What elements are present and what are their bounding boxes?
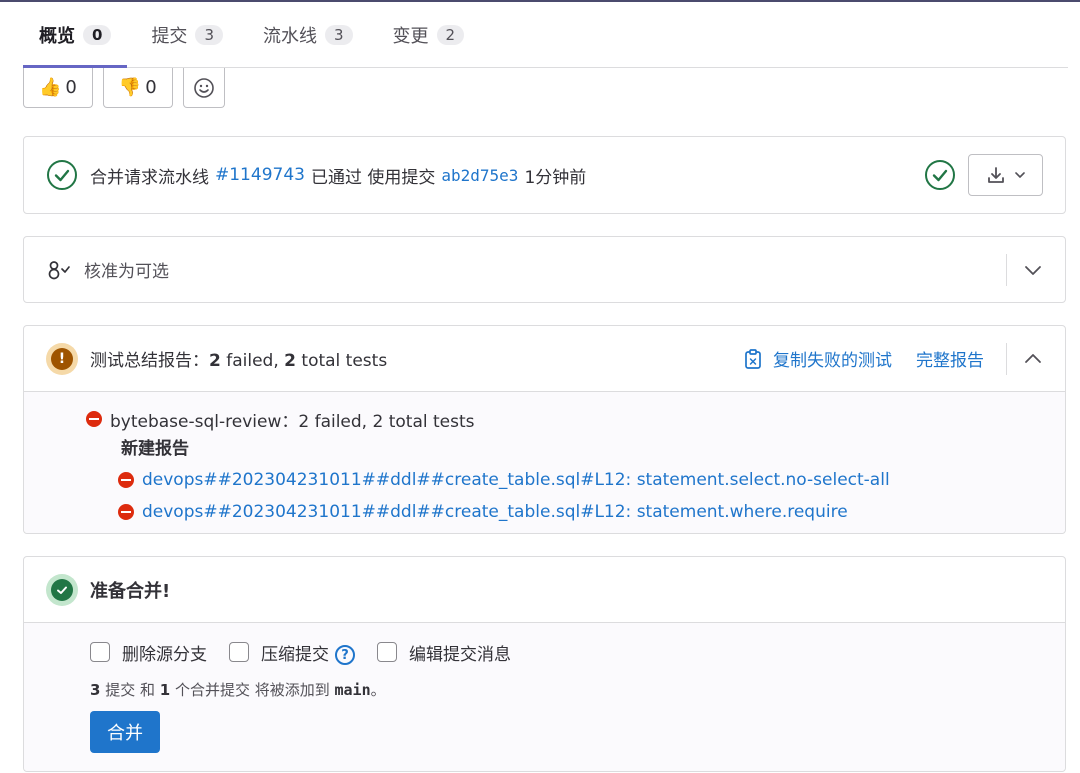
add-reaction-button[interactable]	[182, 68, 225, 108]
full-report-link[interactable]: 完整报告	[916, 346, 984, 371]
edit-commit-message-label: 编辑提交消息	[409, 644, 511, 665]
tab-commits[interactable]: 提交 3	[135, 3, 239, 67]
expand-chevron-icon[interactable]	[1023, 260, 1043, 280]
approval-divider	[1006, 253, 1007, 286]
approval-text: 核准为可选	[84, 262, 169, 282]
tab-commits-count: 3	[195, 25, 223, 45]
status-success-icon[interactable]	[46, 159, 78, 191]
test-case-link[interactable]: devops##202304231011##ddl##create_table.…	[142, 470, 890, 490]
commit-sha-link[interactable]: ab2d75e3	[441, 166, 518, 185]
smiley-icon	[193, 77, 214, 98]
failed-icon	[118, 472, 134, 488]
thumbs-down-button[interactable]: 👎 0	[102, 68, 173, 108]
pipeline-stage-success-icon[interactable]	[924, 159, 956, 191]
copy-failed-tests-link[interactable]: 复制失败的测试	[773, 346, 892, 371]
merge-widget: 准备合并! 删除源分支 压缩提交 ? 编辑提交消息 3 提交 和 1 个合并提交…	[23, 556, 1066, 772]
check-icon	[57, 586, 67, 594]
merge-summary: 3 提交 和 1 个合并提交 将被添加到 main。	[90, 681, 386, 699]
test-summary-title: 测试总结报告：2 failed, 2 total tests	[90, 351, 388, 371]
merge-request-tabs: 概览 0 提交 3 流水线 3 变更 2	[23, 2, 1068, 68]
collapse-chevron-icon[interactable]	[1023, 349, 1043, 369]
delete-source-branch-option[interactable]: 删除源分支	[90, 640, 207, 665]
test-case-row: devops##202304231011##ddl##create_table.…	[118, 464, 1065, 496]
merge-options-body: 删除源分支 压缩提交 ? 编辑提交消息 3 提交 和 1 个合并提交 将被添加到…	[24, 623, 1065, 771]
thumbs-down-count: 0	[145, 77, 157, 98]
pipeline-time: 1分钟前	[524, 167, 587, 188]
squash-commits-option[interactable]: 压缩提交 ?	[229, 639, 355, 665]
ready-check-icon	[46, 573, 78, 606]
tab-pipelines-label: 流水线	[262, 26, 317, 47]
ready-to-merge-title: 准备合并!	[90, 580, 171, 602]
test-case-row: devops##202304231011##ddl##create_table.…	[118, 496, 1065, 528]
download-icon	[987, 167, 1004, 183]
squash-commits-checkbox[interactable]	[229, 642, 249, 662]
edit-commit-message-option[interactable]: 编辑提交消息	[377, 640, 511, 665]
pipeline-prefix: 合并请求流水线	[90, 167, 209, 188]
pipeline-widget: 合并请求流水线 #1149743 已通过 使用提交 ab2d75e3 1分钟前	[23, 136, 1066, 214]
delete-source-branch-checkbox[interactable]	[90, 642, 110, 662]
tab-commits-label: 提交	[151, 26, 188, 47]
warning-icon: !	[46, 342, 78, 375]
tab-overview-count: 0	[83, 25, 112, 45]
test-summary-body: bytebase-sql-review：2 failed, 2 total te…	[24, 392, 1065, 533]
tab-pipelines-count: 3	[324, 25, 353, 45]
thumbs-up-icon: 👍	[39, 77, 62, 98]
tests-divider	[1006, 342, 1007, 375]
test-summary-widget: ! 测试总结报告：2 failed, 2 total tests 复制失败的测试…	[23, 325, 1066, 534]
failed-icon	[118, 504, 134, 520]
test-suite-row[interactable]: bytebase-sql-review：2 failed, 2 total te…	[86, 404, 1065, 434]
tab-overview[interactable]: 概览 0	[23, 3, 128, 68]
new-report-heading: 新建报告	[121, 439, 189, 459]
thumbs-up-count: 0	[65, 77, 77, 98]
test-suite-summary: bytebase-sql-review：2 failed, 2 total te…	[110, 411, 475, 432]
merge-button[interactable]: 合并	[90, 711, 160, 753]
tab-changes-count: 2	[436, 25, 465, 45]
copy-clipboard-icon[interactable]	[743, 348, 763, 370]
approval-widget: 核准为可选	[23, 236, 1066, 303]
failed-icon	[86, 411, 102, 427]
chevron-down-icon	[1014, 172, 1025, 178]
test-case-link[interactable]: devops##202304231011##ddl##create_table.…	[142, 502, 848, 522]
download-artifacts-button[interactable]	[968, 154, 1043, 196]
tab-changes-label: 变更	[392, 26, 429, 47]
tab-changes[interactable]: 变更 2	[377, 3, 481, 67]
pipeline-id-link[interactable]: #1149743	[215, 165, 305, 185]
tab-pipelines[interactable]: 流水线 3	[247, 3, 369, 67]
delete-source-branch-label: 删除源分支	[122, 644, 207, 665]
approval-icon	[48, 260, 70, 279]
award-emoji-bar: 👍 0 👎 0	[23, 68, 225, 108]
squash-commits-label: 压缩提交	[261, 644, 329, 665]
edit-commit-message-checkbox[interactable]	[377, 642, 397, 662]
thumbs-up-button[interactable]: 👍 0	[23, 68, 93, 108]
thumbs-down-icon: 👎	[118, 77, 142, 98]
pipeline-status-text: 已通过 使用提交	[310, 167, 436, 188]
tab-overview-label: 概览	[39, 26, 75, 47]
help-icon[interactable]: ?	[335, 645, 355, 665]
